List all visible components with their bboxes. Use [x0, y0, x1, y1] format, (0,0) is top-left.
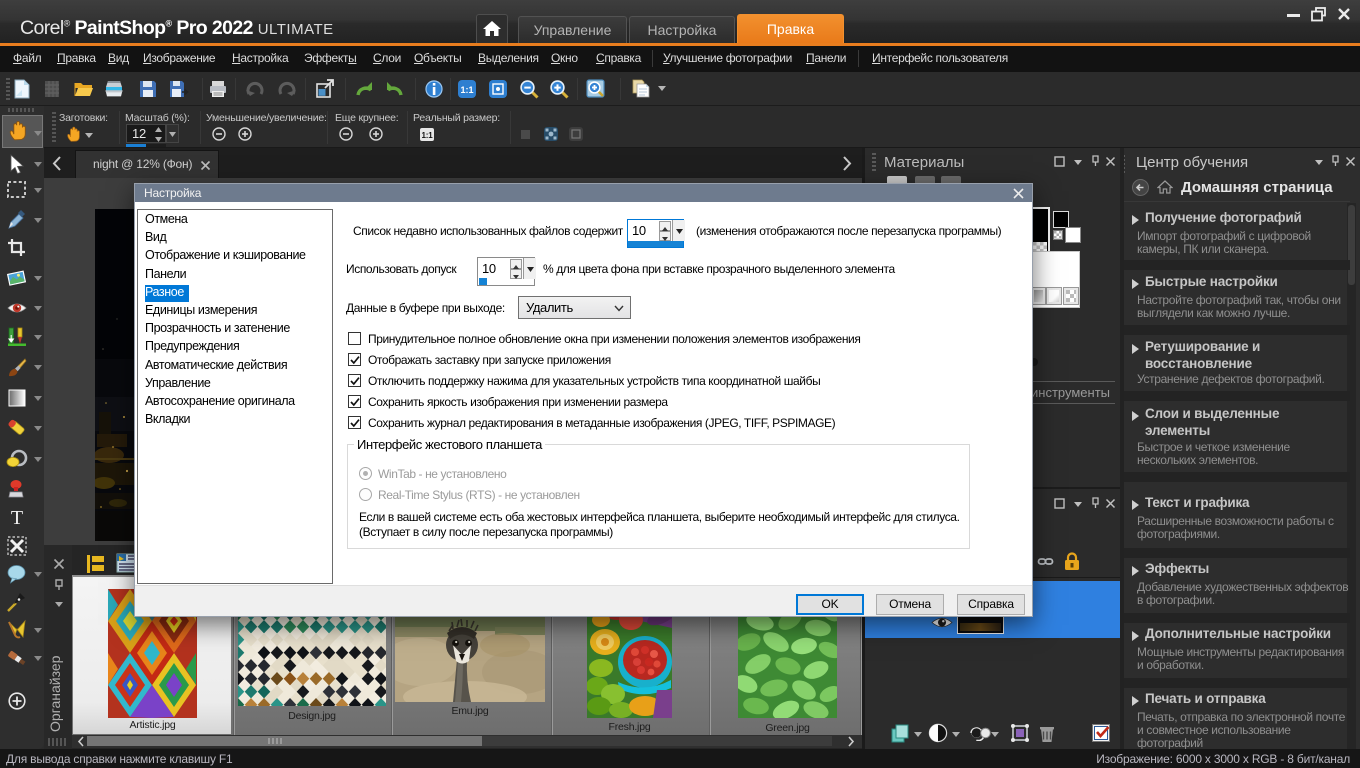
svg-text:1:1: 1:1 — [422, 131, 434, 140]
svg-text:1:1: 1:1 — [460, 85, 473, 95]
svg-text:T: T — [11, 507, 23, 528]
